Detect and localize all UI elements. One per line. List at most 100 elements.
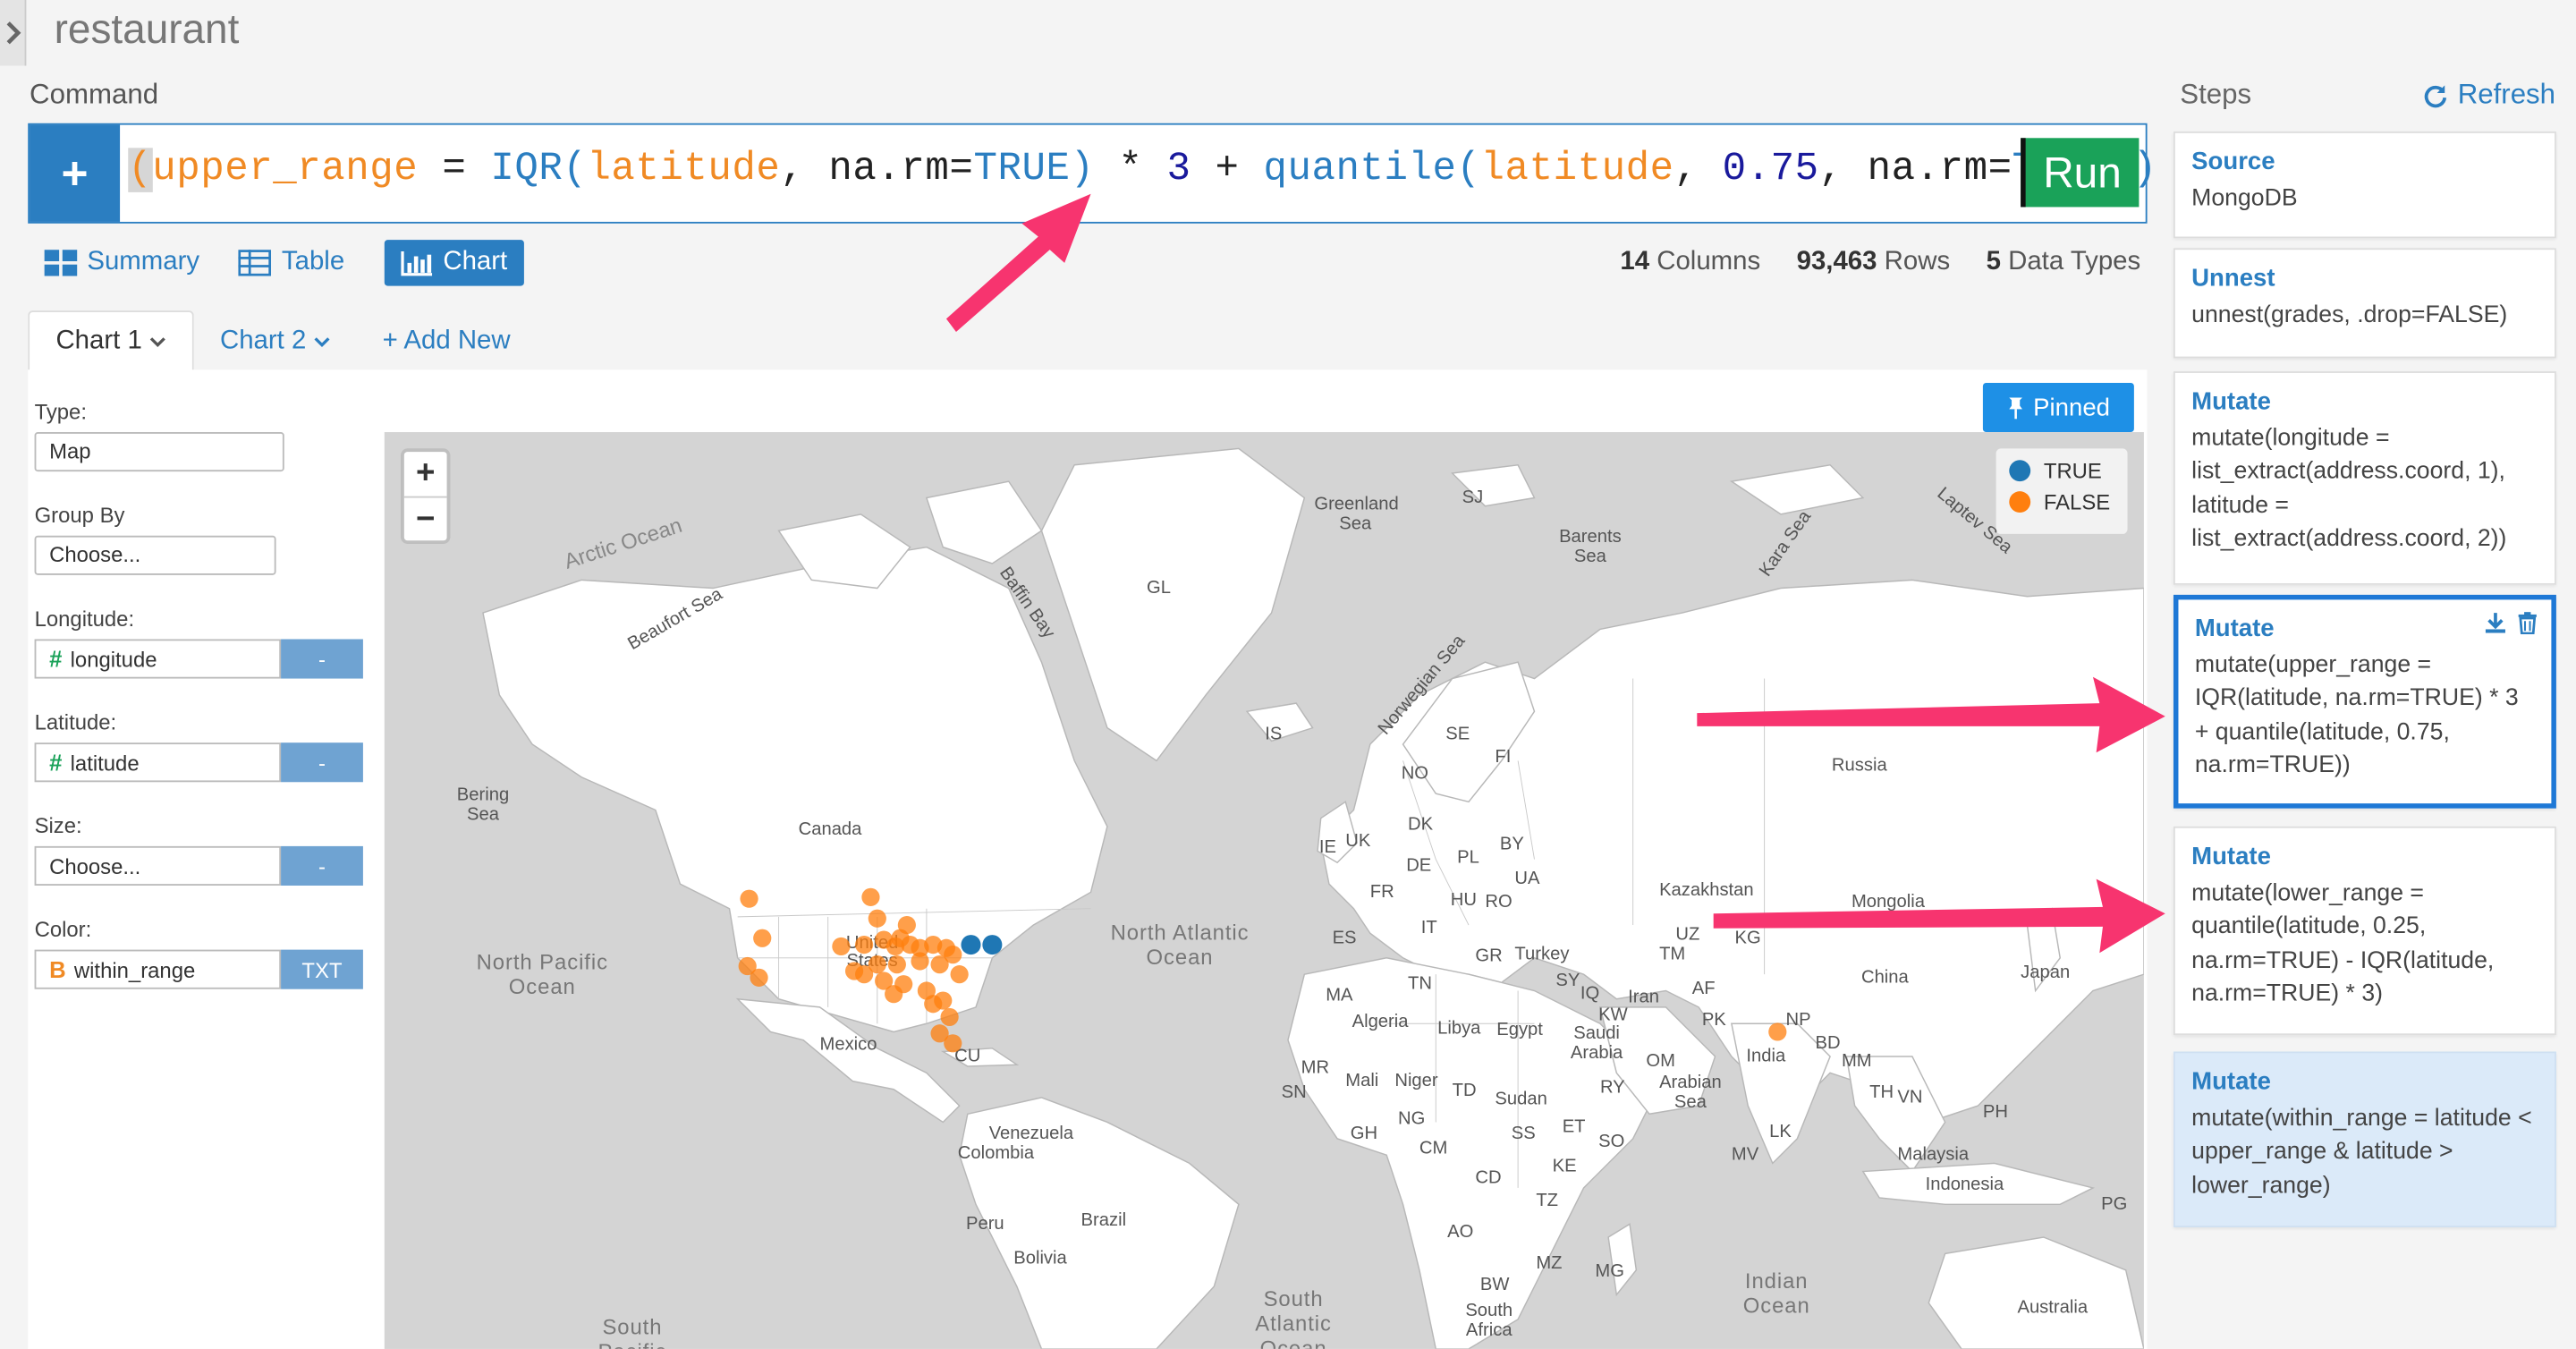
- chart-tabs: Chart 1 Chart 2 + Add New: [28, 310, 537, 372]
- map-point-false[interactable]: [940, 1007, 959, 1027]
- size-options-button[interactable]: -: [281, 845, 363, 886]
- columns-stat: 14 Columns: [1620, 248, 1761, 276]
- numeric-type-icon: #: [49, 749, 63, 776]
- step-actions: [2484, 611, 2538, 634]
- map-point-false[interactable]: [911, 952, 929, 971]
- tab-chart-2[interactable]: Chart 2: [194, 312, 357, 371]
- download-icon[interactable]: [2484, 611, 2507, 634]
- longitude-label: Longitude:: [34, 606, 135, 632]
- step-name: Unnest: [2191, 264, 2275, 293]
- type-select[interactable]: Map: [34, 432, 284, 472]
- map-point-false[interactable]: [740, 889, 758, 908]
- map-point-false[interactable]: [753, 929, 772, 947]
- step-card[interactable]: Mutate mutate(lower_range = quantile(lat…: [2173, 826, 2556, 1036]
- summary-icon: [44, 250, 78, 276]
- size-field[interactable]: Choose...: [34, 845, 282, 886]
- chevron-down-icon: [149, 337, 165, 348]
- command-token: quantile(: [1263, 148, 1481, 192]
- trash-icon[interactable]: [2517, 611, 2538, 634]
- add-step-button[interactable]: +: [30, 124, 121, 222]
- size-label: Size:: [34, 813, 82, 838]
- type-label: Type:: [34, 399, 87, 424]
- step-name: Mutate: [2191, 1067, 2271, 1097]
- run-button[interactable]: Run: [2021, 138, 2140, 208]
- map-point-false[interactable]: [950, 965, 969, 984]
- refresh-button[interactable]: Refresh: [2423, 79, 2555, 112]
- command-token: (: [128, 148, 153, 192]
- latitude-label: Latitude:: [34, 709, 117, 735]
- map-point-false[interactable]: [897, 915, 916, 935]
- step-name: Source: [2191, 148, 2275, 176]
- map-point-false[interactable]: [844, 962, 864, 980]
- color-type-button[interactable]: TXT: [281, 949, 363, 989]
- group-by-label: Group By: [34, 503, 125, 528]
- step-body: mutate(lower_range = quantile(latitude, …: [2191, 879, 2495, 1007]
- step-card-current[interactable]: Mutate mutate(within_range = latitude < …: [2173, 1051, 2556, 1228]
- sidebar-toggle[interactable]: [0, 0, 27, 66]
- latitude-field[interactable]: # latitude: [34, 742, 282, 783]
- map-point-false[interactable]: [930, 955, 949, 974]
- chart-config: Type: Map Group By Choose... Longitude: …: [34, 399, 363, 1020]
- command-token: upper_range: [152, 148, 419, 192]
- step-name: Mutate: [2191, 387, 2271, 416]
- map-point-false[interactable]: [885, 985, 903, 1004]
- color-field[interactable]: Bwithin_range: [34, 949, 282, 989]
- step-card[interactable]: Mutate mutate(longitude = list_extract(a…: [2173, 371, 2556, 585]
- numeric-type-icon: #: [49, 645, 63, 673]
- chevron-down-icon: [314, 337, 330, 348]
- latitude-options-button[interactable]: -: [281, 742, 363, 783]
- map-point-true[interactable]: [961, 935, 981, 955]
- pinned-button[interactable]: Pinned: [1982, 382, 2134, 433]
- command-token: na.rm=: [828, 148, 974, 192]
- map-point-false[interactable]: [1768, 1022, 1787, 1041]
- tab-chart[interactable]: Chart: [384, 240, 524, 286]
- command-token: +: [1191, 148, 1264, 192]
- step-body: MongoDB: [2191, 184, 2298, 212]
- chevron-right-icon: [5, 21, 21, 45]
- step-body: unnest(grades, .drop=FALSE): [2191, 301, 2508, 328]
- step-body: mutate(upper_range = IQR(latitude, na.rm…: [2194, 651, 2519, 779]
- map-point-false[interactable]: [832, 937, 851, 956]
- app-root: restaurant Command + (upper_range = IQR(…: [0, 0, 2576, 1349]
- step-card-selected[interactable]: Mutate mutate(upper_range = IQR(latitude…: [2173, 594, 2556, 809]
- map-point-false[interactable]: [944, 1034, 962, 1053]
- command-token: ,: [780, 148, 829, 192]
- command-token: na.rm=: [1867, 148, 2012, 192]
- command-token: ,: [1818, 148, 1868, 192]
- chart-icon: [400, 251, 432, 276]
- tab-summary-label: Summary: [87, 248, 200, 276]
- types-stat: 5 Data Types: [1986, 248, 2141, 276]
- command-token: *: [1094, 148, 1167, 192]
- step-name: Mutate: [2191, 843, 2271, 871]
- map-point-true[interactable]: [982, 935, 1003, 955]
- add-chart-link[interactable]: + Add New: [356, 312, 537, 371]
- pin-icon: [2008, 397, 2022, 420]
- longitude-options-button[interactable]: -: [281, 639, 363, 679]
- map-point-false[interactable]: [887, 955, 906, 974]
- tab-chart-1[interactable]: Chart 1: [28, 310, 194, 372]
- longitude-field[interactable]: # longitude: [34, 639, 282, 679]
- map-point-false[interactable]: [924, 995, 943, 1014]
- command-label: Command: [30, 79, 159, 111]
- tab-summary[interactable]: Summary: [44, 242, 216, 284]
- step-body: mutate(longitude = list_extract(address.…: [2191, 424, 2507, 553]
- map-point-false[interactable]: [750, 968, 768, 987]
- command-input[interactable]: (upper_range = IQR(latitude, na.rm=TRUE)…: [128, 148, 2157, 192]
- step-body: mutate(within_range = latitude < upper_r…: [2191, 1105, 2532, 1199]
- map-view[interactable]: + − TRUE FALSE Arctic Ocean Greenland Se…: [384, 432, 2144, 1349]
- map-point-false[interactable]: [868, 909, 886, 928]
- command-token: TRUE: [973, 148, 1071, 192]
- map-point-false[interactable]: [861, 887, 880, 906]
- step-card[interactable]: Unnest unnest(grades, .drop=FALSE): [2173, 248, 2556, 359]
- command-token: ,: [1674, 148, 1723, 192]
- step-card[interactable]: Source MongoDB: [2173, 131, 2556, 239]
- color-label: Color:: [34, 916, 92, 942]
- group-by-select[interactable]: Choose...: [34, 535, 276, 575]
- app-title: restaurant: [54, 6, 240, 53]
- tab-table[interactable]: Table: [239, 242, 360, 284]
- map-point-false[interactable]: [855, 936, 874, 954]
- command-token: latitude: [1480, 148, 1674, 192]
- command-token: 0.75: [1722, 148, 1819, 192]
- refresh-icon: [2424, 84, 2447, 107]
- command-token: IQR(: [490, 148, 588, 192]
